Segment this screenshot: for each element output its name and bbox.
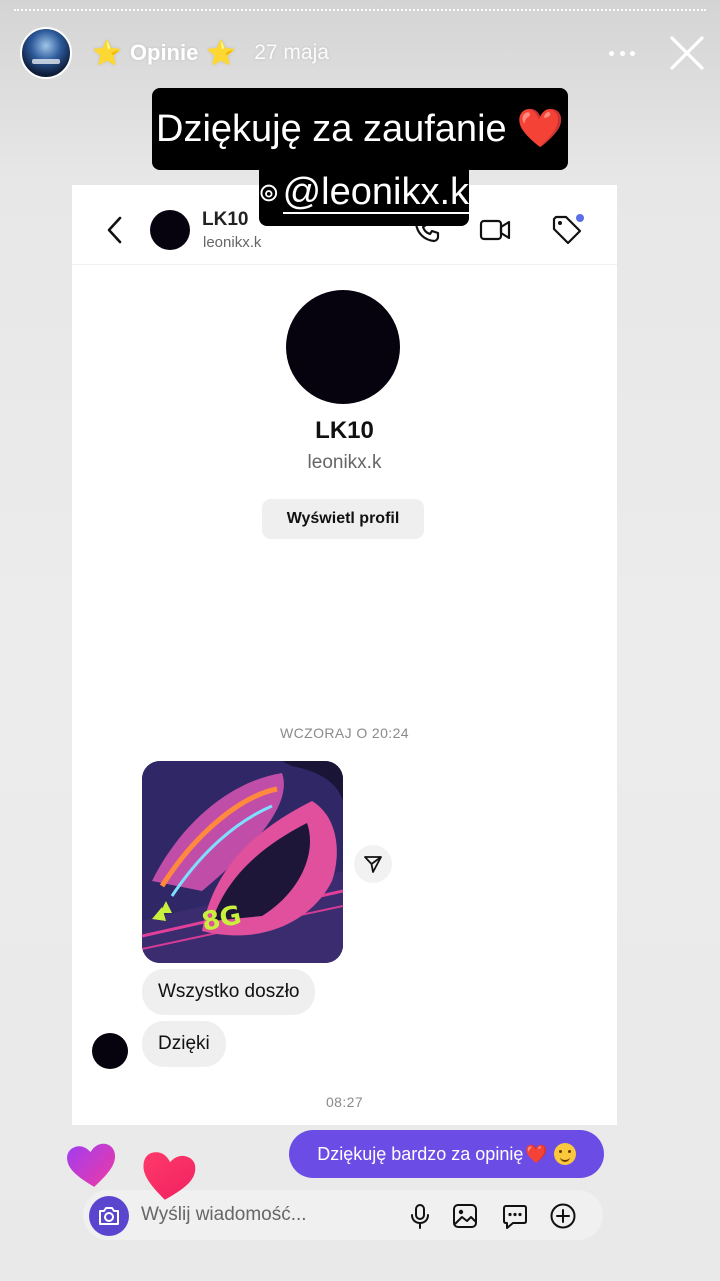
story-title-text: Opinie [129,40,199,65]
plus-icon[interactable] [549,1202,577,1230]
back-arrow-icon[interactable] [104,215,126,245]
star-icon: ⭐ [206,39,237,67]
profile-name: LK10 [315,417,374,444]
shoe-photo-message[interactable]: 8G [142,761,343,963]
threads-icon [260,184,278,202]
gallery-icon[interactable] [451,1202,479,1230]
story-author-avatar[interactable] [20,27,72,79]
contact-avatar[interactable] [150,210,190,250]
story-top-bar: ⭐ Opinie ⭐ 27 maja [0,0,720,100]
microphone-icon[interactable] [406,1202,434,1230]
view-profile-button[interactable]: Wyświetl profil [262,499,424,539]
sender-avatar[interactable] [92,1033,128,1069]
outgoing-message-text: Dziękuję bardzo za opinię [317,1143,524,1164]
profile-avatar[interactable] [286,290,400,404]
shoe-photo-image: 8G [142,761,343,963]
heart-reaction-icon [143,1152,196,1200]
close-icon[interactable] [666,32,708,74]
story-date: 27 maja [254,41,329,64]
camera-icon[interactable] [89,1196,129,1236]
message-timestamp: WCZORAJ O 20:24 [280,725,409,741]
mention-sticker[interactable]: @leonikx.k [259,160,469,226]
contact-name[interactable]: LK10 [202,209,248,231]
story-caption: Dziękuję za zaufanie ❤️ [152,88,568,170]
sticker-icon[interactable] [501,1202,529,1230]
heart-emoji: ❤️ [525,1143,548,1164]
heart-reaction-icon [67,1143,115,1187]
tag-icon[interactable] [550,213,586,247]
mention-text[interactable]: @leonikx.k [282,172,469,214]
message-timestamp: 08:27 [325,1094,364,1110]
heart-emoji: ❤️ [516,108,564,150]
outgoing-message[interactable]: Dziękuję bardzo za opinię ❤️ [289,1130,604,1178]
star-icon: ⭐ [92,39,122,67]
profile-username: leonikx.k [307,452,382,473]
share-icon[interactable] [354,845,392,883]
chat-screenshot: LK10 leonikx.k LK10 leonikx.k Wyświetl p… [72,185,617,1125]
contact-username: leonikx.k [203,234,262,251]
more-icon[interactable] [606,38,638,68]
story-title: ⭐ Opinie ⭐ 27 maja [92,38,329,68]
video-camera-icon[interactable] [478,215,512,245]
incoming-message[interactable]: Dzięki [142,1021,226,1067]
incoming-message[interactable]: Wszystko doszło [142,969,316,1015]
story-caption-text: Dziękuję za zaufanie [156,107,507,150]
hugging-face-emoji [553,1143,576,1165]
story-screen: ⭐ Opinie ⭐ 27 maja LK10 leonikx.k LK10 l… [0,0,720,1281]
